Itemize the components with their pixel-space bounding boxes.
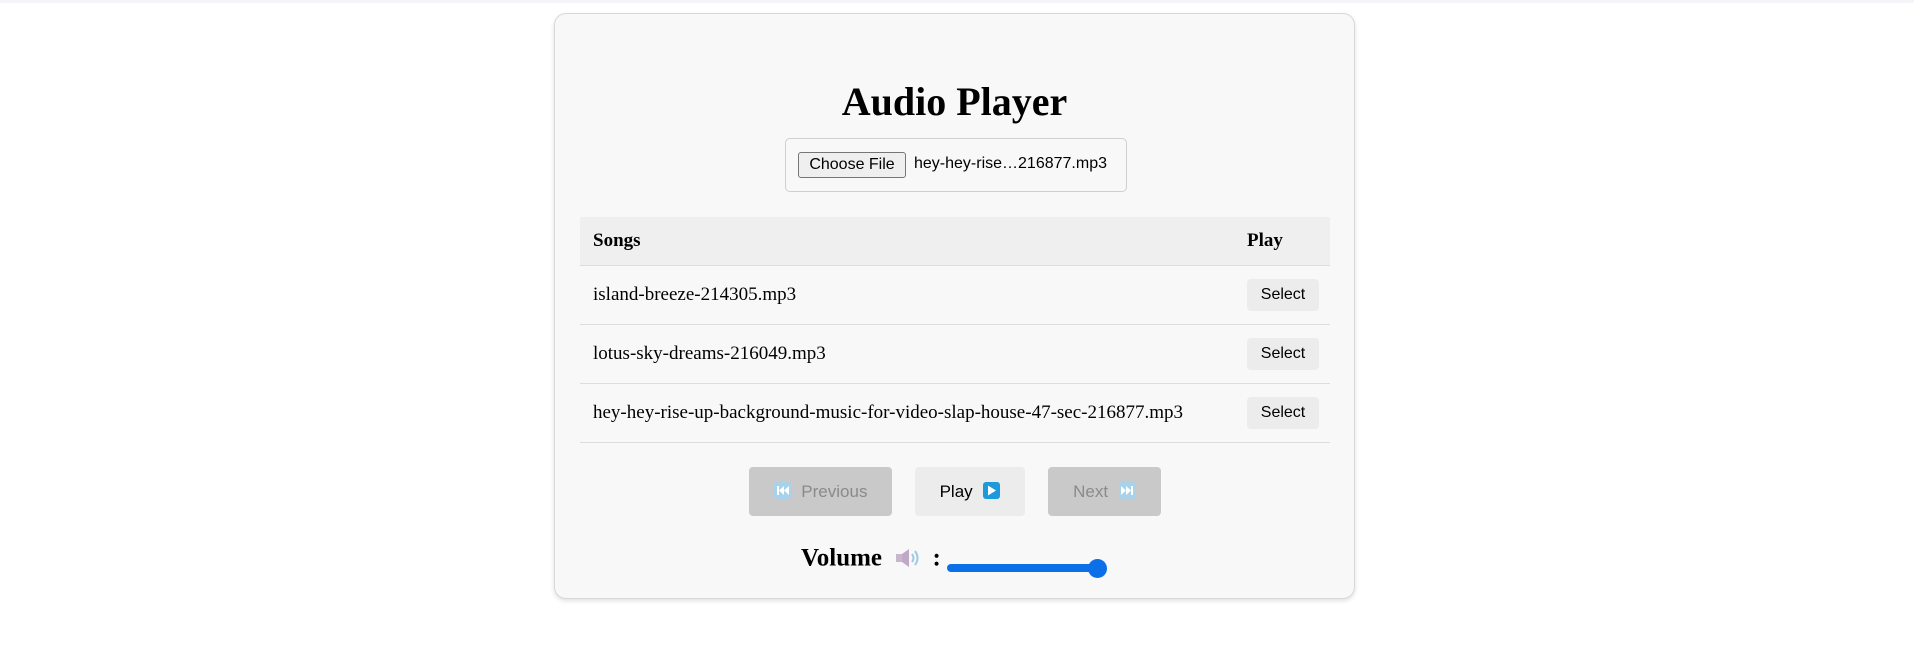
- volume-control: Volume :: [801, 540, 941, 574]
- song-action-cell: Select: [1234, 265, 1330, 325]
- table-header-row: Songs Play: [580, 217, 1330, 266]
- volume-slider-track: [947, 564, 1101, 572]
- choose-file-button[interactable]: Choose File: [798, 152, 906, 178]
- next-button[interactable]: Next: [1048, 467, 1161, 516]
- play-button[interactable]: Play: [915, 467, 1025, 516]
- next-button-label: Next: [1073, 481, 1109, 501]
- speaker-icon: [894, 546, 922, 570]
- volume-slider[interactable]: [947, 559, 1107, 578]
- volume-separator: :: [932, 544, 941, 572]
- browser-top-strip: [0, 0, 1914, 3]
- select-song-button[interactable]: Select: [1247, 397, 1319, 429]
- next-track-icon: [1118, 481, 1136, 499]
- play-column-header: Play: [1234, 217, 1330, 266]
- volume-label: Volume: [801, 544, 883, 572]
- volume-slider-thumb[interactable]: [1088, 559, 1107, 578]
- song-action-cell: Select: [1234, 324, 1330, 384]
- song-name: island-breeze-214305.mp3: [580, 265, 1234, 325]
- selected-file-name: hey-hey-rise…216877.mp3: [914, 155, 1107, 172]
- select-song-button[interactable]: Select: [1247, 338, 1319, 370]
- song-action-cell: Select: [1234, 383, 1330, 443]
- play-icon: [983, 481, 1001, 499]
- song-name: lotus-sky-dreams-216049.mp3: [580, 324, 1234, 384]
- play-button-label: Play: [939, 481, 973, 501]
- file-picker: Choose File hey-hey-rise…216877.mp3: [785, 138, 1127, 192]
- songs-column-header: Songs: [580, 217, 1234, 266]
- table-row: lotus-sky-dreams-216049.mp3 Select: [580, 324, 1330, 384]
- table-row: hey-hey-rise-up-background-music-for-vid…: [580, 383, 1330, 443]
- songs-table: Songs Play island-breeze-214305.mp3 Sele…: [580, 217, 1330, 443]
- previous-track-icon: [773, 481, 791, 499]
- audio-player-card: Audio Player Choose File hey-hey-rise…21…: [554, 13, 1355, 599]
- select-song-button[interactable]: Select: [1247, 279, 1319, 311]
- previous-button[interactable]: Previous: [749, 467, 892, 516]
- page-title: Audio Player: [841, 79, 1068, 124]
- previous-button-label: Previous: [801, 481, 868, 501]
- song-name: hey-hey-rise-up-background-music-for-vid…: [580, 383, 1234, 443]
- table-row: island-breeze-214305.mp3 Select: [580, 265, 1330, 325]
